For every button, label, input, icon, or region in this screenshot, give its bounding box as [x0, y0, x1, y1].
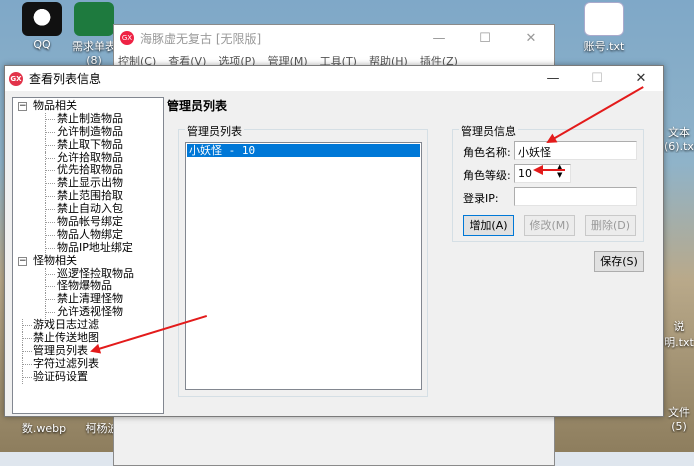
close-icon[interactable]: ✕ — [619, 71, 663, 86]
tree-line — [23, 338, 32, 340]
admin-listbox[interactable]: 小妖怪 - 10 — [185, 142, 422, 390]
tree-node-label: 允许透视怪物 — [57, 305, 123, 319]
text-file-icon — [584, 2, 624, 36]
tree-node-label: 物品相关 — [33, 99, 77, 112]
category-tree[interactable]: − 物品相关 禁止制造物品 允许制造物品 禁止取下物品 允许拾取物品 优先拾取物品 禁止显示出… — [12, 97, 164, 414]
maximize-icon[interactable]: ☐ — [462, 31, 508, 46]
tree-node-label: 禁止取下物品 — [57, 137, 123, 151]
tree-line — [46, 286, 55, 288]
add-button[interactable]: 增加(A) — [463, 215, 514, 236]
desktop-icon-file5[interactable]: 文件(5) — [664, 404, 694, 433]
minimize-icon[interactable]: — — [416, 31, 462, 46]
tree-node-label: 禁止传送地图 — [33, 331, 99, 345]
dialog-title: 查看列表信息 — [29, 72, 102, 86]
tree-line — [46, 118, 55, 120]
tree-line — [46, 299, 55, 301]
tree-node-label: 禁止显示出物 — [57, 176, 123, 190]
tree-node-label: 禁止制造物品 — [57, 111, 123, 125]
tree-node-label: 物品人物绑定 — [57, 227, 123, 241]
desktop-icon-excel[interactable]: 需求单表(8) — [72, 2, 116, 67]
collapse-icon[interactable]: − — [18, 102, 27, 111]
tree-line — [46, 183, 55, 185]
tree-node-label: 字符过滤列表 — [33, 356, 99, 370]
tree-line — [46, 170, 55, 172]
edit-button[interactable]: 修改(M) — [524, 215, 575, 236]
tree-node-label: 物品IP地址绑定 — [57, 240, 133, 254]
desktop-icon-readme[interactable]: 说明.txt — [664, 318, 694, 350]
close-icon[interactable]: ✕ — [508, 31, 554, 46]
role-level-label: 角色等级: — [463, 169, 511, 182]
tree-line — [46, 196, 55, 198]
tree-node-label: 巡逻怪捡取物品 — [57, 266, 134, 280]
tree-line — [46, 131, 55, 133]
view-list-info-dialog: GX 查看列表信息 — ☐ ✕ − 物品相关 禁止制造物品 允许制造物品 禁止取下物品允… — [4, 65, 664, 417]
tree-line — [46, 222, 55, 224]
admin-info-group-label: 管理员信息 — [459, 123, 518, 139]
tree-node-label: 验证码设置 — [33, 369, 88, 383]
app-logo-icon: GX — [120, 31, 134, 45]
tree-line — [46, 234, 55, 236]
tree-line — [46, 247, 55, 249]
login-ip-field[interactable] — [514, 187, 637, 206]
tree-node-label: 禁止清理怪物 — [57, 292, 123, 306]
annotation-arrow — [533, 165, 565, 175]
tree-node-label: 管理员列表 — [33, 343, 88, 357]
tree-line — [46, 209, 55, 211]
tree-node-label: 禁止自动入包 — [57, 202, 123, 216]
tree-node-label: 怪物相关 — [33, 253, 77, 267]
admin-list-group-label: 管理员列表 — [185, 123, 244, 139]
tree-line — [46, 157, 55, 159]
desktop-icon-webp[interactable]: 数.webp — [12, 420, 76, 436]
tree-line — [23, 376, 32, 378]
panel-title: 管理员列表 — [167, 99, 228, 113]
tree-node-label: 禁止范围拾取 — [57, 189, 123, 203]
background-window-title: 海豚虚无复古 [无限版] — [140, 31, 262, 46]
tree-node-label: 优先拾取物品 — [57, 163, 123, 177]
tree-line — [46, 273, 55, 275]
delete-button[interactable]: 删除(D) — [585, 215, 636, 236]
tree-line — [23, 350, 32, 352]
save-button[interactable]: 保存(S) — [594, 251, 644, 272]
tree-line — [46, 312, 55, 314]
tree-node-label: 物品帐号绑定 — [57, 215, 123, 229]
tree-node-label: 游戏日志过滤 — [33, 318, 99, 332]
tree-node-label: 怪物爆物品 — [57, 279, 112, 293]
list-item[interactable]: 小妖怪 - 10 — [187, 144, 420, 157]
desktop-icon-account-txt[interactable]: 账号.txt — [572, 2, 636, 54]
qq-icon — [22, 2, 62, 36]
login-ip-label: 登录IP: — [463, 192, 499, 205]
tree-line — [46, 144, 55, 146]
admin-list-group: 管理员列表 小妖怪 - 10 — [178, 123, 428, 397]
maximize-icon: ☐ — [591, 71, 603, 86]
collapse-icon[interactable]: − — [18, 256, 27, 266]
role-name-label: 角色名称: — [463, 146, 511, 159]
excel-file-icon — [74, 2, 114, 36]
tree-line — [23, 325, 32, 327]
minimize-icon[interactable]: — — [531, 71, 575, 86]
tree-category-node[interactable]: 验证码设置 — [13, 369, 163, 384]
app-logo-icon: GX — [9, 71, 23, 86]
stepper-arrows-icon[interactable]: ▲ ▼ — [557, 163, 562, 179]
tree-line — [23, 363, 32, 365]
desktop-icon-qq[interactable]: QQ — [10, 2, 74, 51]
background-window-titlebar: GX 海豚虚无复古 [无限版] — ☐ ✕ — [114, 25, 554, 51]
tree-node-label: 允许制造物品 — [57, 124, 123, 138]
role-name-field[interactable]: 小妖怪 — [514, 141, 637, 160]
desktop-icon-text6[interactable]: 文本(6).txt — [664, 124, 694, 153]
dialog-titlebar: GX 查看列表信息 — ☐ ✕ — [5, 66, 663, 91]
tree-node-label: 允许拾取物品 — [57, 150, 123, 164]
